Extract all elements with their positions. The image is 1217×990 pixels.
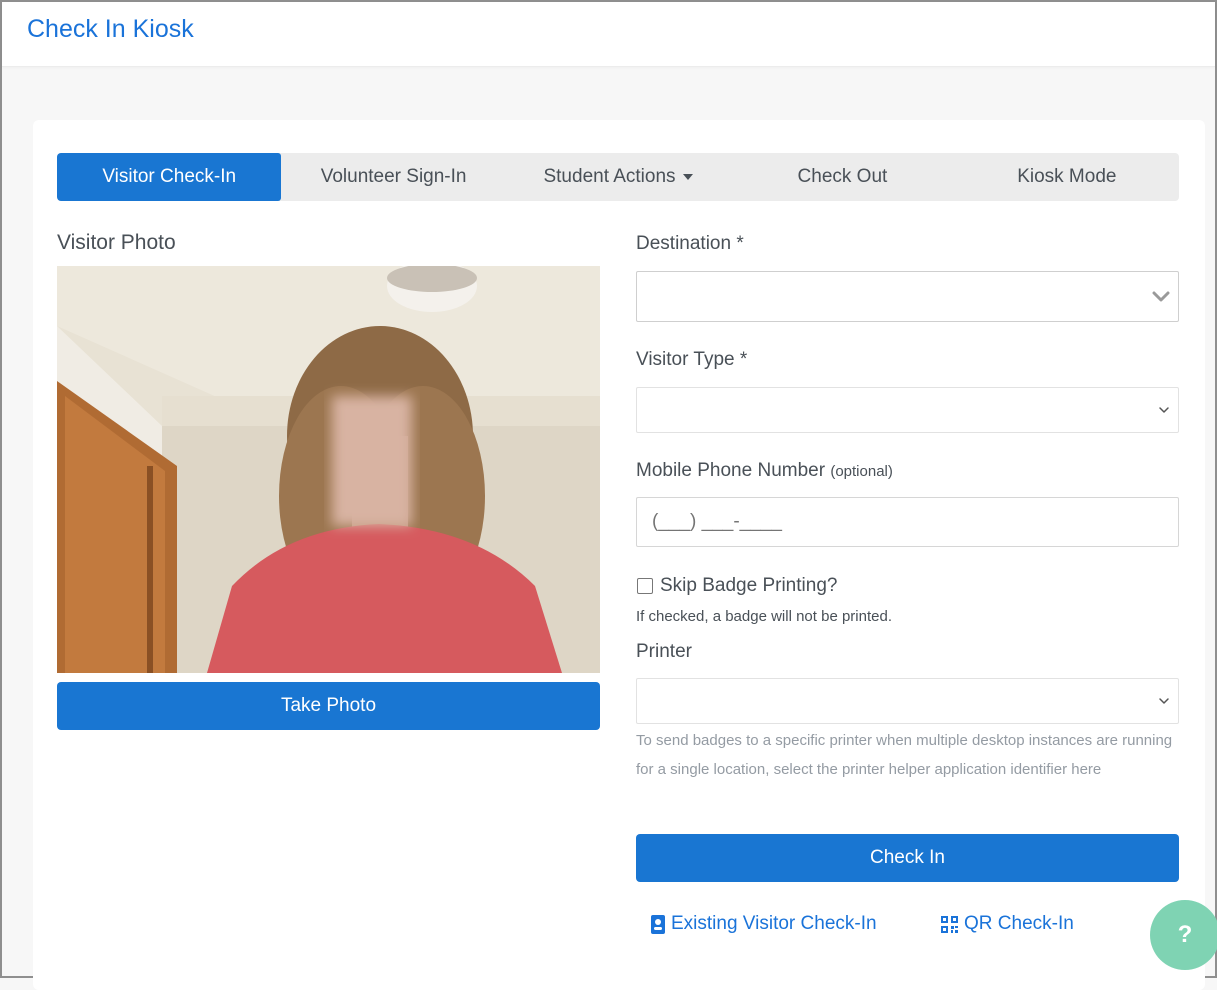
printer-select[interactable] xyxy=(636,678,1179,724)
mobile-phone-input[interactable] xyxy=(636,497,1179,547)
mobile-phone-label: Mobile Phone Number (optional) xyxy=(636,460,893,481)
qr-check-in-link[interactable]: QR Check-In xyxy=(941,913,1074,935)
skip-badge-checkbox[interactable] xyxy=(637,578,653,594)
tab-bar: Visitor Check-In Volunteer Sign-In Stude… xyxy=(57,153,1179,201)
existing-visitor-check-in-link[interactable]: Existing Visitor Check-In xyxy=(651,913,877,935)
tab-volunteer-sign-in[interactable]: Volunteer Sign-In xyxy=(281,153,505,201)
chevron-down-icon xyxy=(1159,407,1169,413)
take-photo-button[interactable]: Take Photo xyxy=(57,682,600,730)
skip-badge-label: Skip Badge Printing? xyxy=(660,575,838,596)
destination-select[interactable] xyxy=(636,271,1179,322)
skip-badge-help: If checked, a badge will not be printed. xyxy=(636,608,892,625)
id-badge-icon xyxy=(651,914,665,934)
checkin-card: Visitor Check-In Volunteer Sign-In Stude… xyxy=(33,120,1205,990)
app-title: Check In Kiosk xyxy=(27,15,194,43)
chevron-down-icon xyxy=(1152,291,1170,301)
visitor-photo-preview xyxy=(57,266,600,673)
visitor-type-label: Visitor Type * xyxy=(636,349,748,370)
chevron-down-icon xyxy=(1159,698,1169,704)
printer-help-text: To send badges to a specific printer whe… xyxy=(636,732,1173,778)
tab-check-out[interactable]: Check Out xyxy=(730,153,954,201)
qr-code-icon xyxy=(941,915,958,933)
help-button[interactable]: ? xyxy=(1150,900,1217,970)
caret-down-icon xyxy=(682,174,693,180)
printer-label: Printer xyxy=(636,641,692,662)
check-in-button[interactable]: Check In xyxy=(636,834,1179,882)
tab-student-actions[interactable]: Student Actions xyxy=(506,153,730,201)
camera-feed-image xyxy=(57,266,600,673)
optional-hint: (optional) xyxy=(830,463,893,480)
top-bar: Check In Kiosk xyxy=(2,2,1215,67)
visitor-type-select[interactable] xyxy=(636,387,1179,433)
destination-label: Destination * xyxy=(636,233,744,254)
question-mark-icon: ? xyxy=(1177,921,1193,948)
tab-visitor-check-in[interactable]: Visitor Check-In xyxy=(57,153,282,201)
visitor-photo-label: Visitor Photo xyxy=(57,231,176,254)
tab-kiosk-mode[interactable]: Kiosk Mode xyxy=(955,153,1179,201)
